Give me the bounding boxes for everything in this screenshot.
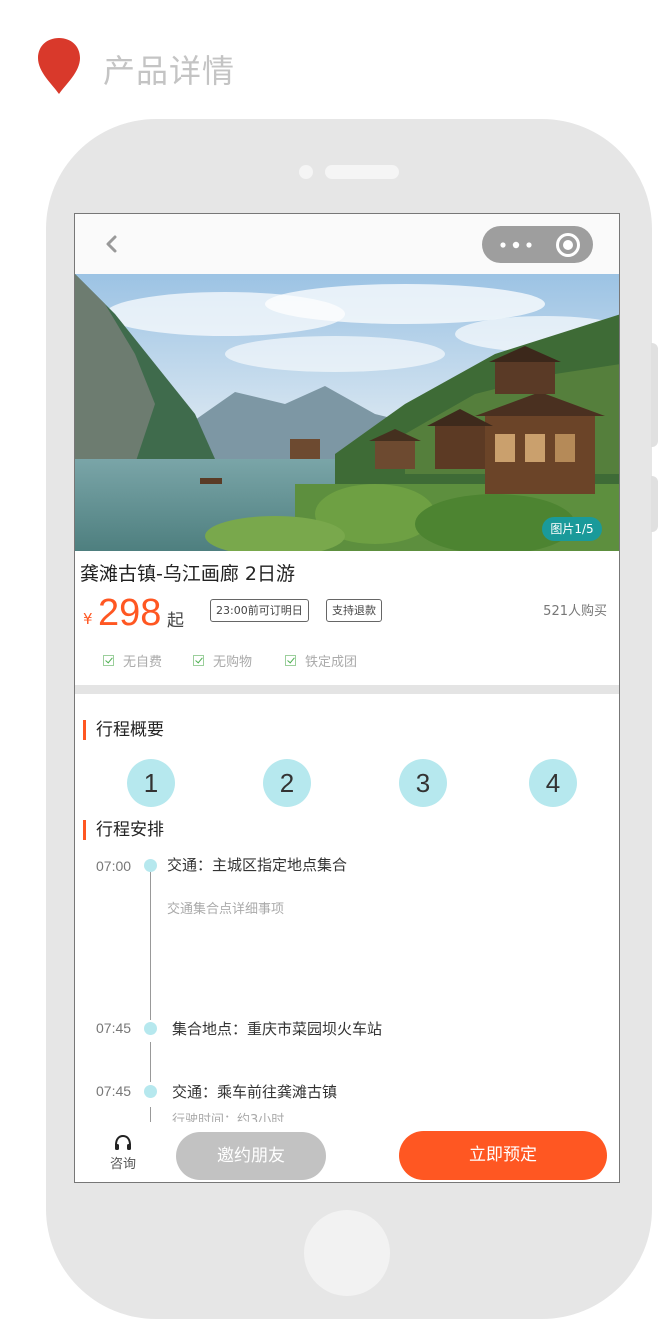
checkbox-icon (193, 655, 204, 666)
feature-label: 无购物 (213, 655, 253, 670)
price-suffix: 起 (167, 611, 184, 631)
headset-icon (115, 1134, 131, 1150)
feature-item: 无自费 (103, 651, 162, 670)
timeline-line (150, 872, 151, 1020)
app-screen: 图片1/5 龚滩古镇-乌江画廊 2日游 ¥ 298 起 23:00前可订明日 支… (74, 213, 620, 1183)
hero-image[interactable]: 图片1/5 (75, 274, 619, 551)
schedule-time: 07:00 (96, 858, 132, 874)
consult-button[interactable]: 咨询 (103, 1134, 143, 1172)
phone-speaker (325, 165, 399, 179)
nav-bar (75, 214, 619, 274)
purchase-count: 521人购买 (543, 604, 607, 619)
itinerary-overview-title: 行程概要 (83, 720, 164, 740)
day-tab-3[interactable]: 3 (399, 759, 447, 807)
phone-side-button (651, 343, 658, 447)
refund-tag: 支持退款 (326, 599, 382, 622)
feature-label: 铁定成团 (305, 655, 358, 670)
checkbox-icon (285, 655, 296, 666)
page-title: 产品详情 (103, 52, 236, 90)
price-row: ¥ 298 起 23:00前可订明日 支持退款 521人购买 (83, 592, 613, 634)
checkbox-icon (103, 655, 114, 666)
product-title: 龚滩古镇-乌江画廊 2日游 (80, 563, 295, 585)
bottom-action-bar: 咨询 邀约朋友 立即预定 (75, 1122, 619, 1182)
timeline-dot (144, 1022, 157, 1035)
schedule-item-text: 交通：主城区指定地点集合 (167, 856, 348, 874)
feature-item: 无购物 (193, 651, 252, 670)
more-dots-icon[interactable] (498, 239, 538, 251)
back-arrow-icon[interactable] (101, 232, 121, 256)
timeline-dot (144, 1085, 157, 1098)
schedule-item-sub: 交通集合点详细事项 (167, 902, 285, 917)
location-pin-icon (38, 38, 80, 94)
day-tab-4[interactable]: 4 (529, 759, 577, 807)
invite-friends-button[interactable]: 邀约朋友 (176, 1132, 326, 1180)
book-now-button[interactable]: 立即预定 (399, 1131, 607, 1180)
feature-item: 铁定成团 (285, 651, 357, 670)
phone-home-button (304, 1210, 390, 1296)
schedule-time: 07:45 (96, 1083, 132, 1099)
booking-time-tag: 23:00前可订明日 (210, 599, 309, 622)
mini-program-capsule (482, 226, 593, 263)
schedule-item-text: 集合地点：重庆市菜园坝火车站 (172, 1020, 383, 1038)
landscape-photo (75, 274, 619, 551)
schedule-time: 07:45 (96, 1020, 132, 1036)
schedule-title: 行程安排 (83, 820, 164, 840)
timeline-line (150, 1042, 151, 1082)
phone-camera (299, 165, 313, 179)
price-value: 298 (98, 592, 162, 634)
section-divider (75, 685, 619, 694)
feature-list: 无自费 无购物 铁定成团 (75, 651, 619, 681)
phone-side-button (651, 476, 658, 532)
timeline-dot (144, 859, 157, 872)
consult-label: 咨询 (109, 1157, 136, 1172)
day-tab-1[interactable]: 1 (127, 759, 175, 807)
schedule-item-text: 交通：乘车前往龚滩古镇 (172, 1083, 338, 1101)
currency-symbol: ¥ (83, 610, 93, 628)
day-tab-2[interactable]: 2 (263, 759, 311, 807)
close-target-icon[interactable] (556, 233, 580, 257)
image-counter-badge: 图片1/5 (542, 517, 602, 541)
feature-label: 无自费 (123, 655, 163, 670)
